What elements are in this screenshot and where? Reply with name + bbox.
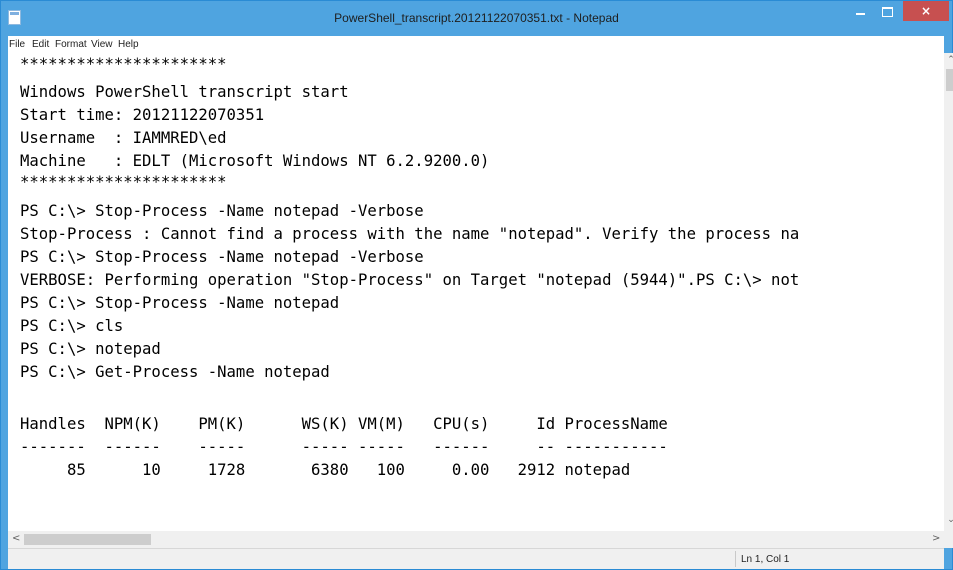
menu-edit[interactable]: Edit [32, 39, 49, 50]
cursor-position: Ln 1, Col 1 [741, 554, 790, 565]
window-title: PowerShell_transcript.20121122070351.txt… [334, 11, 619, 25]
status-divider [735, 551, 736, 567]
menu-view[interactable]: View [91, 39, 113, 50]
title-bar[interactable]: PowerShell_transcript.20121122070351.txt… [1, 1, 952, 35]
scroll-up-icon[interactable]: ⌃ [944, 55, 953, 65]
vertical-scroll-thumb[interactable] [946, 69, 953, 91]
editor-line: Stop-Process : Cannot find a process wit… [20, 225, 800, 243]
menu-bar: File Edit Format View Help [8, 36, 944, 53]
editor-line: PS C:\> notepad [20, 340, 161, 358]
maximize-icon [882, 7, 893, 17]
minimize-button[interactable] [847, 1, 874, 21]
menu-format[interactable]: Format [55, 39, 87, 50]
maximize-button[interactable] [874, 1, 901, 21]
scroll-left-icon[interactable]: < [12, 533, 20, 544]
editor-line: ------- ------ ----- ----- ----- ------ … [20, 438, 668, 456]
minimize-icon [856, 13, 865, 15]
menu-file[interactable]: File [9, 39, 25, 50]
vertical-scrollbar[interactable]: ⌃ ⌄ [944, 53, 953, 531]
horizontal-scrollbar[interactable]: < > [8, 531, 944, 548]
editor-line: Username : IAMMRED\ed [20, 129, 227, 147]
notepad-window: PowerShell_transcript.20121122070351.txt… [0, 0, 953, 570]
editor-line: ********************** [20, 55, 227, 73]
editor-line: PS C:\> Stop-Process -Name notepad [20, 294, 340, 312]
editor-line: ********************** [20, 173, 227, 191]
editor-line: Start time: 20121122070351 [20, 106, 265, 124]
menu-help[interactable]: Help [118, 39, 139, 50]
close-icon: × [920, 4, 932, 18]
editor-line: Windows PowerShell transcript start [20, 83, 349, 101]
editor-line: 85 10 1728 6380 100 0.00 2912 notepad [20, 461, 631, 479]
scroll-down-icon[interactable]: ⌄ [944, 515, 953, 525]
text-editor[interactable]: ********************** Windows PowerShel… [8, 53, 944, 531]
scroll-corner [944, 531, 953, 548]
editor-line: PS C:\> Stop-Process -Name notepad -Verb… [20, 248, 424, 266]
editor-line: PS C:\> Stop-Process -Name notepad -Verb… [20, 202, 424, 220]
editor-line: PS C:\> Get-Process -Name notepad [20, 363, 330, 381]
editor-line: Machine : EDLT (Microsoft Windows NT 6.2… [20, 152, 490, 170]
close-button[interactable]: × [903, 1, 949, 21]
scroll-right-icon[interactable]: > [932, 533, 940, 544]
editor-line: PS C:\> cls [20, 317, 124, 335]
status-bar: Ln 1, Col 1 [8, 548, 944, 569]
editor-line: Handles NPM(K) PM(K) WS(K) VM(M) CPU(s) … [20, 415, 668, 433]
horizontal-scroll-thumb[interactable] [24, 534, 151, 545]
editor-line: VERBOSE: Performing operation "Stop-Proc… [20, 271, 800, 289]
